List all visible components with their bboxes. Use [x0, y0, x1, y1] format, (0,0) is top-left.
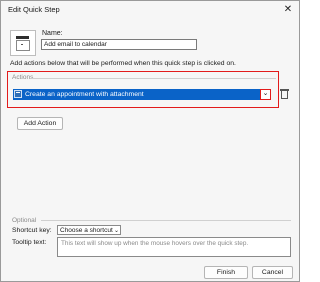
action-select[interactable]: Create an appointment with attachment	[13, 89, 267, 100]
shortcut-key-value: Choose a shortcut	[60, 227, 113, 234]
icon-page	[16, 40, 30, 51]
quick-step-icon[interactable]	[10, 30, 36, 56]
trash-icon[interactable]	[280, 89, 289, 99]
calendar-icon	[14, 90, 22, 98]
close-icon[interactable]: ✕	[281, 3, 295, 17]
actions-divider	[32, 78, 276, 79]
chevron-down-icon[interactable]: ⌄	[260, 89, 271, 100]
add-action-button[interactable]: Add Action	[17, 117, 63, 130]
icon-bar	[16, 36, 29, 39]
finish-button[interactable]: Finish	[204, 266, 248, 279]
cancel-button[interactable]: Cancel	[252, 266, 293, 279]
shortcut-key-select[interactable]: Choose a shortcut ⌄	[57, 225, 121, 235]
dialog-title: Edit Quick Step	[8, 5, 60, 14]
optional-legend: Optional	[12, 217, 37, 224]
actions-legend: Actions	[12, 74, 34, 81]
name-label: Name:	[42, 30, 63, 37]
tooltip-text-label: Tooltip text:	[12, 239, 47, 246]
instructions-text: Add actions below that will be performed…	[10, 60, 236, 67]
title-bar: Edit Quick Step ✕	[1, 1, 299, 19]
icon-dot	[21, 44, 23, 45]
optional-divider	[41, 220, 291, 221]
shortcut-key-label: Shortcut key:	[12, 227, 52, 234]
name-input[interactable]: Add email to calendar	[41, 39, 197, 50]
action-select-label: Create an appointment with attachment	[25, 91, 144, 98]
chevron-down-icon: ⌄	[113, 228, 119, 234]
tooltip-text-field[interactable]: This text will show up when the mouse ho…	[57, 237, 291, 257]
edit-quick-step-dialog: Edit Quick Step ✕ Name: Add email to cal…	[0, 0, 300, 282]
trash-can	[281, 91, 288, 99]
